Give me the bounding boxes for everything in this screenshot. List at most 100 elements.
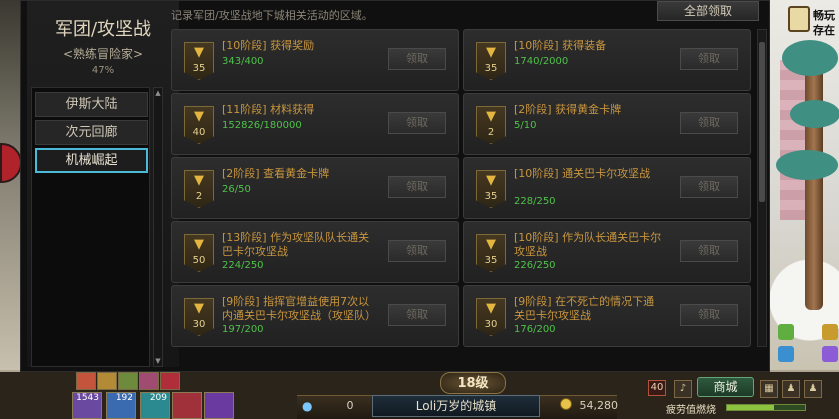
achievement-title: [11阶段] 材料获得	[222, 103, 315, 116]
coin-icon	[560, 398, 572, 410]
buff-icon	[118, 372, 138, 390]
achievement-progress: 226/250	[514, 260, 556, 271]
side-menu-icon[interactable]	[778, 346, 794, 362]
achievement-level: 35	[192, 63, 206, 74]
menu-grid-icon[interactable]: ▦	[760, 380, 778, 398]
achievement-card: ▼ 50 [13阶段] 作为攻坚队队长通关巴卡尔攻坚战 224/250 领取	[171, 221, 459, 283]
fatigue-label: 疲劳值燃烧	[666, 405, 716, 416]
character-icon[interactable]: ♟	[782, 380, 800, 398]
side-menu-icon[interactable]	[822, 346, 838, 362]
side-menu-icon[interactable]	[822, 324, 838, 340]
achievement-title: [13阶段] 作为攻坚队队长通关巴卡尔攻坚战	[222, 231, 370, 258]
achievement-title: [2阶段] 获得黄金卡牌	[514, 103, 622, 116]
character-level-badge: 40	[648, 380, 666, 396]
achievement-card: ▼ 40 [11阶段] 材料获得 152826/180000 领取	[171, 93, 459, 155]
achievement-card: ▼ 35 [10阶段] 获得装备 1740/2000 领取	[463, 29, 751, 91]
quickslot-2[interactable]: 192	[106, 392, 136, 419]
claim-button[interactable]: 领取	[388, 48, 446, 70]
trophy-cup-icon: ▼	[486, 109, 496, 124]
trophy-icon: ▼ 35	[476, 170, 506, 208]
achievement-title: [10阶段] 通关巴卡尔攻坚战	[514, 167, 651, 180]
category-scrollbar[interactable]: ▲ ▼	[153, 87, 163, 367]
trophy-icon: ▼ 30	[184, 298, 214, 336]
shop-button[interactable]: 商城	[697, 377, 754, 397]
rank-label: <熟练冒险家>	[62, 47, 144, 61]
fatigue-bar-fill	[727, 405, 774, 410]
achievement-progress: 5/10	[514, 120, 537, 131]
achievement-card: ▼ 2 [2阶段] 获得黄金卡牌 5/10 领取	[463, 93, 751, 155]
achievement-title: [9阶段] 指挥官增益使用7次以内通关巴卡尔攻坚战（攻坚队）	[222, 295, 376, 322]
achievement-progress: 197/200	[222, 324, 264, 335]
claim-button[interactable]: 领取	[680, 304, 738, 326]
achievement-card: ▼ 35 [10阶段] 通关巴卡尔攻坚战 228/250 领取	[463, 157, 751, 219]
trophy-cup-icon: ▼	[486, 173, 496, 188]
character-icon[interactable]: ♟	[804, 380, 822, 398]
claim-all-button[interactable]: 全部领取	[657, 1, 759, 21]
trophy-cup-icon: ▼	[486, 237, 496, 252]
achievement-progress: 343/400	[222, 56, 264, 67]
achievement-card: ▼ 2 [2阶段] 查看黄金卡牌 26/50 领取	[171, 157, 459, 219]
tree-leaves	[782, 40, 838, 76]
notice-text-line1: 畅玩	[813, 9, 835, 22]
buff-icon	[139, 372, 159, 390]
scroll-thumb[interactable]	[759, 42, 765, 202]
side-menu-icon[interactable]	[778, 324, 794, 340]
quickslot-1[interactable]: 1543	[72, 392, 102, 419]
achievement-level: 30	[192, 319, 206, 330]
achievement-progress: 228/250	[514, 196, 556, 207]
achievement-level: 40	[192, 127, 206, 138]
achievement-level: 2	[487, 127, 495, 138]
achievement-level: 35	[484, 255, 498, 266]
claim-button[interactable]: 领取	[680, 112, 738, 134]
trophy-icon: ▼ 2	[476, 106, 506, 144]
achievement-title: [10阶段] 获得奖励	[222, 39, 315, 52]
quickslot-5[interactable]	[204, 392, 234, 419]
trophy-cup-icon: ▼	[194, 45, 204, 60]
achievement-title: [10阶段] 获得装备	[514, 39, 607, 52]
tree-leaves	[776, 150, 838, 180]
claim-button[interactable]: 领取	[680, 240, 738, 262]
achievement-card: ▼ 35 [10阶段] 获得奖励 343/400 领取	[171, 29, 459, 91]
achievement-level: 35	[484, 191, 498, 202]
achievement-card: ▼ 35 [10阶段] 作为队长通关巴卡尔攻坚战 226/250 领取	[463, 221, 751, 283]
category-item-isys[interactable]: 伊斯大陆	[35, 92, 148, 117]
achievement-scrollbar[interactable]	[757, 29, 767, 347]
trophy-icon: ▼ 50	[184, 234, 214, 272]
scroll-up-icon[interactable]: ▲	[154, 88, 162, 98]
claim-button[interactable]: 领取	[388, 176, 446, 198]
category-item-dimension[interactable]: 次元回廊	[35, 120, 148, 145]
claim-button[interactable]: 领取	[680, 176, 738, 198]
paw-icon: ●	[302, 399, 313, 413]
claim-button[interactable]: 领取	[388, 304, 446, 326]
scroll-down-icon[interactable]: ▼	[154, 356, 162, 366]
bell-icon[interactable]: ♪	[674, 380, 692, 398]
trophy-icon: ▼ 30	[476, 298, 506, 336]
gold-amount: 54,280	[579, 399, 619, 412]
category-panel: 军团/攻坚战 <熟练冒险家> 47% 伊斯大陆 次元回廊 机械崛起 ▲ ▼	[27, 1, 179, 367]
trophy-icon: ▼ 40	[184, 106, 214, 144]
claim-button[interactable]: 领取	[388, 112, 446, 134]
achievement-progress: 26/50	[222, 184, 251, 195]
section-description: 记录军团/攻坚战地下城相关活动的区域。	[171, 9, 373, 22]
trophy-icon: ▼ 35	[476, 234, 506, 272]
claim-button[interactable]: 领取	[388, 240, 446, 262]
achievement-progress: 152826/180000	[222, 120, 302, 131]
trophy-cup-icon: ▼	[194, 301, 204, 316]
quickslot-3[interactable]: 209	[140, 392, 170, 419]
scene-left-background	[0, 0, 20, 370]
achievement-level: 30	[484, 319, 498, 330]
trophy-cup-icon: ▼	[194, 109, 204, 124]
trophy-icon: ▼ 35	[476, 42, 506, 80]
quickslot-4[interactable]	[172, 392, 202, 419]
achievement-progress: 176/200	[514, 324, 556, 335]
fatigue-points: 0	[346, 399, 354, 412]
progress-percent: 47%	[91, 65, 115, 76]
trophy-cup-icon: ▼	[194, 173, 204, 188]
window-title: 军团/攻坚战	[54, 19, 152, 40]
claim-button[interactable]: 领取	[680, 48, 738, 70]
category-item-mechanical[interactable]: 机械崛起	[35, 148, 148, 173]
notice-icon[interactable]	[788, 6, 810, 32]
achievement-progress: 1740/2000	[514, 56, 569, 67]
trophy-cup-icon: ▼	[486, 45, 496, 60]
town-name[interactable]: Loli万岁的城镇	[372, 395, 540, 417]
